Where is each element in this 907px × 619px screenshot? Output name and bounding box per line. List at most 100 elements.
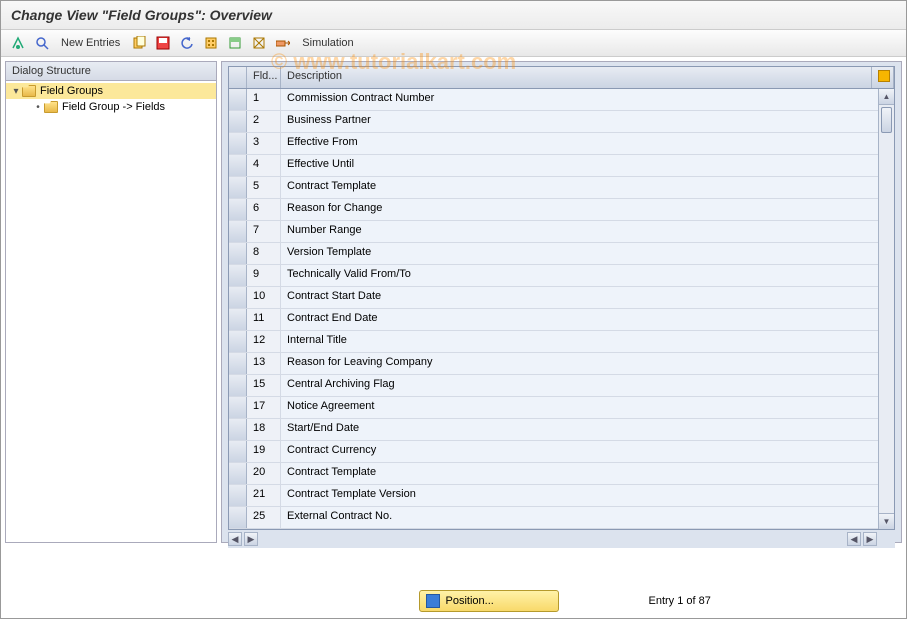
cell-description[interactable]: External Contract No. [281,507,894,528]
scroll-right-end-button[interactable]: ▶ [863,532,877,546]
cell-fld[interactable]: 5 [247,177,281,198]
collapse-icon[interactable]: ▾ [10,86,22,97]
cell-description[interactable]: Reason for Change [281,199,894,220]
cell-fld[interactable]: 9 [247,265,281,286]
row-selector[interactable] [229,155,247,176]
cell-fld[interactable]: 20 [247,463,281,484]
row-selector[interactable] [229,507,247,528]
cell-fld[interactable]: 6 [247,199,281,220]
table-row[interactable]: 6Reason for Change [229,199,894,221]
cell-fld[interactable]: 12 [247,331,281,352]
table-row[interactable]: 11Contract End Date [229,309,894,331]
cell-description[interactable]: Commission Contract Number [281,89,894,110]
vertical-scrollbar[interactable]: ▲ ▼ [878,89,894,529]
table-row[interactable]: 15Central Archiving Flag [229,375,894,397]
cell-description[interactable]: Central Archiving Flag [281,375,894,396]
row-selector[interactable] [229,485,247,506]
cell-fld[interactable]: 7 [247,221,281,242]
table-row[interactable]: 8Version Template [229,243,894,265]
table-row[interactable]: 4Effective Until [229,155,894,177]
row-selector[interactable] [229,463,247,484]
table-row[interactable]: 3Effective From [229,133,894,155]
cell-description[interactable]: Start/End Date [281,419,894,440]
cell-description[interactable]: Contract End Date [281,309,894,330]
row-selector[interactable] [229,221,247,242]
new-entries-button[interactable]: New Entries [57,35,124,51]
row-selector[interactable] [229,287,247,308]
cell-fld[interactable]: 10 [247,287,281,308]
row-selector[interactable] [229,243,247,264]
row-selector[interactable] [229,441,247,462]
row-selector[interactable] [229,89,247,110]
cell-fld[interactable]: 3 [247,133,281,154]
cell-fld[interactable]: 15 [247,375,281,396]
table-row[interactable]: 12Internal Title [229,331,894,353]
cell-fld[interactable]: 19 [247,441,281,462]
scroll-right-button[interactable]: ▶ [244,532,258,546]
table-row[interactable]: 5Contract Template [229,177,894,199]
other-view-icon[interactable] [9,34,27,52]
row-selector[interactable] [229,309,247,330]
row-selector[interactable] [229,177,247,198]
row-selector[interactable] [229,419,247,440]
table-row[interactable]: 9Technically Valid From/To [229,265,894,287]
row-selector[interactable] [229,111,247,132]
scroll-left-button[interactable]: ◀ [228,532,242,546]
table-row[interactable]: 19Contract Currency [229,441,894,463]
cell-description[interactable]: Version Template [281,243,894,264]
transport-icon[interactable] [274,34,292,52]
cell-description[interactable]: Effective Until [281,155,894,176]
tree-node-field-groups[interactable]: ▾ Field Groups [6,83,216,99]
cell-fld[interactable]: 1 [247,89,281,110]
cell-fld[interactable]: 8 [247,243,281,264]
cell-fld[interactable]: 18 [247,419,281,440]
cell-fld[interactable]: 11 [247,309,281,330]
cell-description[interactable]: Contract Template [281,177,894,198]
row-selector[interactable] [229,375,247,396]
cell-description[interactable]: Number Range [281,221,894,242]
scroll-down-button[interactable]: ▼ [879,513,894,529]
save-icon[interactable] [154,34,172,52]
row-selector[interactable] [229,265,247,286]
cell-description[interactable]: Contract Currency [281,441,894,462]
deselect-all-icon[interactable] [250,34,268,52]
cell-description[interactable]: Notice Agreement [281,397,894,418]
scroll-left-end-button[interactable]: ◀ [847,532,861,546]
simulation-button[interactable]: Simulation [298,35,357,51]
table-row[interactable]: 20Contract Template [229,463,894,485]
row-selector[interactable] [229,397,247,418]
row-selector[interactable] [229,331,247,352]
undo-icon[interactable] [178,34,196,52]
position-button[interactable]: Position... [419,590,559,612]
find-icon[interactable] [33,34,51,52]
table-row[interactable]: 25External Contract No. [229,507,894,529]
configure-columns-button[interactable] [872,67,894,88]
scroll-track[interactable] [879,105,894,513]
table-row[interactable]: 17Notice Agreement [229,397,894,419]
scroll-up-button[interactable]: ▲ [879,89,894,105]
cell-description[interactable]: Reason for Leaving Company [281,353,894,374]
row-selector[interactable] [229,199,247,220]
table-row[interactable]: 21Contract Template Version [229,485,894,507]
cell-description[interactable]: Technically Valid From/To [281,265,894,286]
cell-fld[interactable]: 25 [247,507,281,528]
cell-fld[interactable]: 4 [247,155,281,176]
copy-icon[interactable] [130,34,148,52]
table-row[interactable]: 1Commission Contract Number [229,89,894,111]
cell-fld[interactable]: 17 [247,397,281,418]
row-selector[interactable] [229,353,247,374]
cell-description[interactable]: Effective From [281,133,894,154]
cell-fld[interactable]: 2 [247,111,281,132]
column-description[interactable]: Description [281,67,872,88]
scroll-thumb[interactable] [881,107,892,133]
cell-description[interactable]: Contract Template Version [281,485,894,506]
cell-fld[interactable]: 21 [247,485,281,506]
cell-description[interactable]: Business Partner [281,111,894,132]
select-block-icon[interactable] [226,34,244,52]
cell-description[interactable]: Contract Start Date [281,287,894,308]
row-selector[interactable] [229,133,247,154]
column-selector[interactable] [229,67,247,88]
table-row[interactable]: 13Reason for Leaving Company [229,353,894,375]
cell-description[interactable]: Internal Title [281,331,894,352]
table-row[interactable]: 10Contract Start Date [229,287,894,309]
